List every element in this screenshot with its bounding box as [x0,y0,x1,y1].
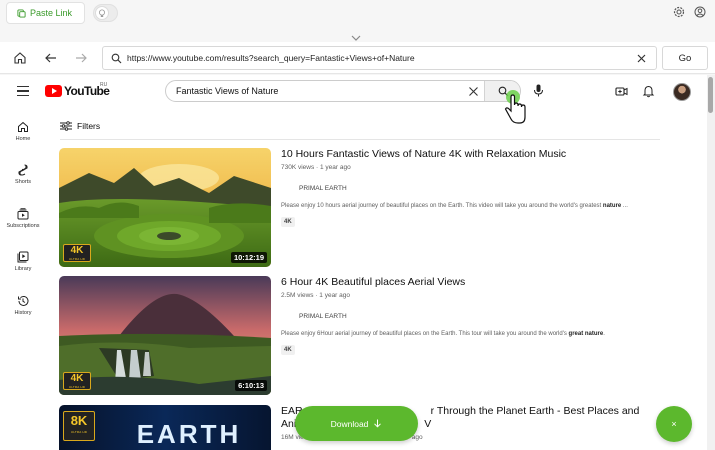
sidebar-item-library[interactable]: Library [0,251,46,272]
sidebar-item-label: Shorts [15,179,31,185]
clear-search-icon[interactable] [468,86,479,97]
video-tag: 4K [281,217,295,227]
home-nav-icon[interactable] [13,51,27,65]
channel-link[interactable]: PRIMAL EARTH [281,310,691,322]
home-icon [18,121,28,132]
channel-name: PRIMAL EARTH [299,184,347,192]
history-icon [18,295,29,306]
video-title[interactable]: 6 Hour 4K Beautiful places Aerial Views [281,276,691,289]
filter-sliders-icon [60,121,72,131]
back-arrow-icon[interactable] [44,51,58,65]
download-arrow-icon [374,419,382,428]
filters-button[interactable]: Filters [60,121,100,131]
library-icon [17,251,29,263]
channel-link[interactable]: PRIMAL EARTH [281,182,691,194]
video-duration: 10:12:19 [230,252,267,263]
address-bar[interactable]: https://www.youtube.com/results?search_q… [102,46,657,70]
video-thumbnail[interactable]: 4K ULTRA HD 10:12:19 [59,148,271,267]
menu-hamburger-icon[interactable] [17,86,29,97]
collapse-chevron-icon[interactable] [349,34,363,42]
scrollbar-thumb[interactable] [708,77,713,113]
video-thumbnail[interactable]: 4K ULTRA HD 6:10:13 [59,276,271,395]
video-tag: 4K [281,345,295,355]
thumbnail-earth-text: EARTH [137,419,242,449]
video-views: 2.5M views · 1 year ago [281,292,351,299]
toggle-knob [95,6,109,20]
settings-gear-icon[interactable] [673,6,685,18]
sidebar-item-label: Home [15,136,31,142]
close-panel-button[interactable]: × [656,406,692,442]
video-meta: 6 Hour 4K Beautiful places Aerial Views … [281,276,691,356]
4k-ultra-hd-badge: 4K ULTRA HD [63,244,91,262]
search-icon [111,53,122,64]
video-title[interactable]: 10 Hours Fantastic Views of Nature 4K wi… [281,148,691,161]
sidebar-item-home[interactable]: Home [0,121,46,142]
notifications-bell-icon[interactable] [642,85,655,98]
theme-toggle[interactable] [93,4,118,22]
paste-link-button[interactable]: Paste Link [6,2,85,24]
channel-avatar [281,310,293,322]
sidebar-item-label: History [14,310,32,316]
hand-pointer-cursor-icon [504,90,526,124]
4k-ultra-hd-badge: 4K ULTRA HD [63,372,91,390]
8k-ultra-hd-badge: 8K ULTRA HD [63,411,95,441]
video-description: Please enjoy 10 hours aerial journey of … [281,203,628,209]
user-avatar[interactable] [673,83,691,101]
sidebar-item-shorts[interactable]: Shorts [0,164,46,185]
subscriptions-icon [17,208,29,220]
country-code: RU [100,82,108,88]
youtube-play-icon [45,85,62,97]
paste-link-label: Paste Link [30,8,73,18]
clear-url-icon[interactable] [637,54,646,63]
link-icon [17,8,26,18]
youtube-search-box[interactable]: Fantastic Views of Nature [165,80,521,102]
youtube-page: YouTube RU Fantastic Views of Nature Hom… [0,75,707,450]
user-account-icon[interactable] [694,6,706,18]
shorts-icon [18,164,28,176]
video-thumbnail[interactable]: EARTH 8K ULTRA HD [59,405,271,450]
sidebar-item-label: Library [14,266,32,272]
lightbulb-icon [99,9,105,17]
channel-avatar [281,182,293,194]
go-button[interactable]: Go [662,46,708,70]
page-scrollbar[interactable] [707,75,715,450]
video-views: 730K views · 1 year ago [281,164,351,171]
create-video-icon[interactable] [615,85,628,98]
url-text: https://www.youtube.com/results?search_q… [127,53,415,63]
sidebar-item-label: Subscriptions [6,223,40,229]
download-label: Download [330,418,369,429]
filters-label: Filters [77,121,101,131]
microphone-icon[interactable] [533,84,544,97]
sidebar-item-subscriptions[interactable]: Subscriptions [0,208,46,229]
video-duration: 6:10:13 [235,380,267,391]
divider [60,139,660,140]
video-description: Please enjoy 6Hour aerial journey of bea… [281,331,605,337]
video-meta: 10 Hours Fantastic Views of Nature 4K wi… [281,148,691,228]
youtube-logo[interactable]: YouTube RU [45,82,110,98]
sidebar-item-history[interactable]: History [0,295,46,316]
download-button[interactable]: Download [295,406,418,441]
channel-name: PRIMAL EARTH [299,312,347,320]
browser-nav-bar: https://www.youtube.com/results?search_q… [0,42,715,74]
top-toolbar: Paste Link [0,0,715,34]
search-input[interactable]: Fantastic Views of Nature [176,86,278,96]
app-window: Paste Link https://www.youtube.com/resul… [0,0,715,450]
forward-arrow-icon[interactable] [74,51,88,65]
